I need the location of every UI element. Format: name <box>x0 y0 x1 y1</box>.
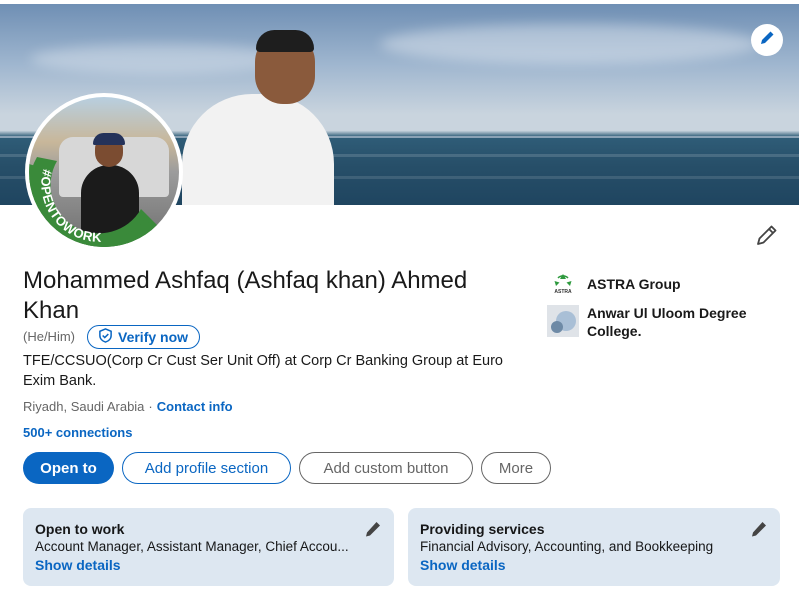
banner-cloud <box>380 24 760 64</box>
avatar: #OPENTOWORK <box>29 97 179 247</box>
open-to-work-show-details[interactable]: Show details <box>35 556 382 574</box>
profile-card: #OPENTOWORK Mohammed Ashfaq (Ashfaq khan… <box>0 0 799 602</box>
company-logo-text: ASTRA <box>554 289 572 295</box>
education[interactable]: Anwar Ul Uloom Degree College. <box>547 305 757 340</box>
open-to-work-card[interactable]: Open to work Account Manager, Assistant … <box>23 508 394 586</box>
edit-banner-button[interactable] <box>751 24 783 56</box>
pronouns: (He/Him) <box>23 329 75 344</box>
recycle-icon <box>554 274 572 286</box>
pencil-icon <box>756 224 778 251</box>
location: Riyadh, Saudi Arabia <box>23 399 145 414</box>
open-to-work-ring: #OPENTOWORK <box>29 157 164 247</box>
banner-person-hair <box>256 30 314 52</box>
edit-intro-button[interactable] <box>752 222 782 252</box>
profile-headline: TFE/CCSUO(Corp Cr Cust Ser Unit Off) at … <box>23 353 503 389</box>
pencil-icon[interactable] <box>364 520 382 538</box>
current-company[interactable]: ASTRA ASTRA Group <box>547 268 681 300</box>
company-name: ASTRA Group <box>587 276 681 292</box>
connections-link[interactable]: 500+ connections <box>23 425 132 440</box>
verify-now-button[interactable]: Verify now <box>87 325 201 349</box>
banner-person <box>182 94 334 205</box>
pencil-icon <box>759 30 775 51</box>
separator: · <box>148 399 153 414</box>
providing-services-list: Financial Advisory, Accounting, and Book… <box>420 539 714 554</box>
more-button[interactable]: More <box>481 452 551 484</box>
school-logo <box>547 305 579 337</box>
school-name: Anwar Ul Uloom Degree College. <box>587 305 747 339</box>
add-profile-section-button[interactable]: Add profile section <box>122 452 291 484</box>
open-to-work-title: Open to work <box>35 521 125 537</box>
location-row: Riyadh, Saudi Arabia · Contact info <box>23 399 233 414</box>
banner-cloud <box>30 44 290 74</box>
contact-info-link[interactable]: Contact info <box>157 399 233 414</box>
providing-services-card[interactable]: Providing services Financial Advisory, A… <box>408 508 780 586</box>
profile-photo[interactable]: #OPENTOWORK <box>25 93 183 251</box>
pencil-icon[interactable] <box>750 520 768 538</box>
company-logo: ASTRA <box>547 268 579 300</box>
open-to-work-roles: Account Manager, Assistant Manager, Chie… <box>35 539 349 554</box>
open-to-button[interactable]: Open to <box>23 452 114 484</box>
verify-label: Verify now <box>118 329 189 345</box>
school-logo-shape <box>551 321 563 333</box>
add-custom-button[interactable]: Add custom button <box>299 452 473 484</box>
shield-check-icon <box>98 328 113 346</box>
providing-services-title: Providing services <box>420 521 545 537</box>
providing-services-show-details[interactable]: Show details <box>420 556 768 574</box>
profile-name: Mohammed Ashfaq (Ashfaq khan) Ahmed Khan <box>23 267 468 324</box>
